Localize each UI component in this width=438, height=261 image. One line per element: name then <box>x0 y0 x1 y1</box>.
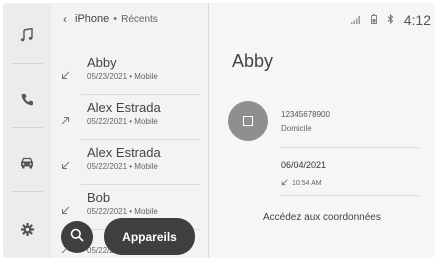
incoming-call-icon <box>61 67 70 85</box>
row-divider <box>81 94 200 95</box>
phone-type: Domicile <box>281 124 312 133</box>
rail-divider <box>11 191 43 192</box>
contact-meta: 05/22/2021 • Mobile <box>87 117 158 126</box>
rail-divider <box>11 127 43 128</box>
call-date: 06/04/2021 <box>281 160 327 170</box>
list-item[interactable]: Abby 05/23/2021 • Mobile <box>51 51 208 95</box>
phone-number[interactable]: 12345678900 <box>281 110 330 119</box>
status-bar: 4:12 <box>350 11 431 29</box>
rail-item-car[interactable] <box>3 143 51 183</box>
view-contact-details-link[interactable]: Accédez aux coordonnées <box>263 212 381 223</box>
car-icon <box>20 157 34 169</box>
contact-name: Bob <box>87 190 111 205</box>
contact-meta: 05/22/2021 • Mobile <box>87 207 158 216</box>
chevron-left-icon[interactable]: ‹ <box>63 12 67 26</box>
call-time: 10:54 AM <box>292 180 322 187</box>
bluetooth-icon <box>387 11 394 29</box>
detail-divider <box>279 195 419 196</box>
row-divider <box>81 139 200 140</box>
contact-name: Alex Estrada <box>87 145 161 160</box>
side-rail <box>3 3 51 258</box>
rail-item-music[interactable] <box>3 15 51 55</box>
contact-detail-pane: 4:12 Abby 12345678900 Domicile 06/04/202… <box>209 3 435 258</box>
clock-time: 4:12 <box>403 12 431 28</box>
avatar <box>228 101 268 141</box>
rail-item-phone[interactable] <box>3 79 51 119</box>
breadcrumb-source: iPhone <box>75 13 110 25</box>
phone-icon <box>21 93 34 106</box>
incoming-call-icon <box>281 179 288 188</box>
detail-divider <box>279 147 419 148</box>
contact-name: Alex Estrada <box>87 100 161 115</box>
music-note-icon <box>20 28 34 42</box>
head-unit-screen: ‹ iPhone • Récents Abby 05/23/2021 • Mob… <box>3 3 435 258</box>
devices-button[interactable]: Appareils <box>104 218 195 255</box>
contact-meta: 05/22/2021 • Mobile <box>87 162 158 171</box>
breadcrumb-separator: • <box>113 13 118 25</box>
row-divider <box>81 184 200 185</box>
battery-icon <box>370 11 377 29</box>
contact-meta: 05/23/2021 • Mobile <box>87 72 158 81</box>
list-item[interactable]: Alex Estrada 05/22/2021 • Mobile <box>51 141 208 185</box>
rail-divider <box>11 63 43 64</box>
signal-icon <box>350 11 361 29</box>
contact-name: Abby <box>87 55 117 70</box>
incoming-call-icon <box>61 202 70 220</box>
avatar-placeholder-icon <box>243 116 253 126</box>
gear-icon <box>20 222 34 236</box>
breadcrumb-section: Récents <box>121 13 158 25</box>
search-icon <box>70 228 84 247</box>
contact-detail-name: Abby <box>232 51 274 71</box>
incoming-call-icon <box>61 157 70 175</box>
rail-item-settings[interactable] <box>3 209 51 249</box>
search-button[interactable] <box>61 221 93 253</box>
outgoing-call-icon <box>61 112 70 130</box>
list-item[interactable]: Alex Estrada 05/22/2021 • Mobile <box>51 96 208 140</box>
breadcrumb: ‹ iPhone • Récents <box>63 11 158 27</box>
call-time-row: 10:54 AM <box>281 179 322 188</box>
